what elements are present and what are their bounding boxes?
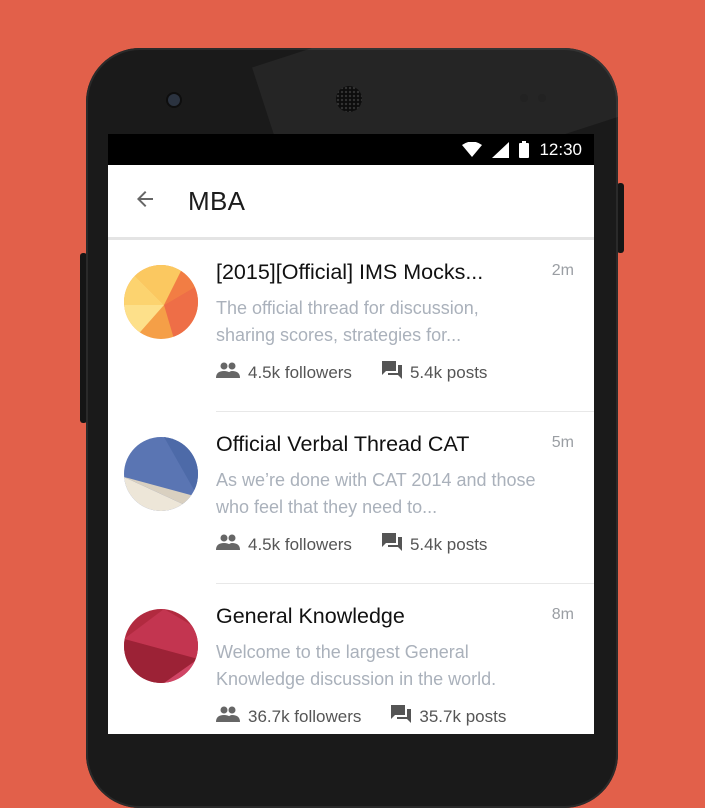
status-time: 12:30 (539, 139, 582, 159)
thread-item[interactable]: [2015][Official] IMS Mocks... 2m The off… (108, 240, 594, 412)
thread-content: Official Verbal Thread CAT 5m As we’re d… (216, 432, 574, 556)
thread-title: General Knowledge (216, 604, 405, 628)
posts-icon (381, 533, 402, 556)
wifi-icon (462, 142, 483, 157)
proximity-sensor (520, 94, 528, 102)
back-button[interactable] (130, 186, 160, 216)
thread-title: Official Verbal Thread CAT (216, 432, 470, 456)
followers-text: 36.7k followers (248, 706, 362, 726)
posts-text: 5.4k posts (409, 534, 488, 554)
thread-content: [2015][Official] IMS Mocks... 2m The off… (216, 260, 574, 384)
page-title: MBA (188, 185, 246, 216)
followers-count: 4.5k followers (216, 362, 352, 383)
thread-time: 2m (551, 262, 574, 279)
thread-item[interactable]: General Knowledge 8m Welcome to the larg… (108, 584, 594, 734)
followers-text: 4.5k followers (248, 534, 352, 554)
posts-count: 5.4k posts (381, 533, 488, 556)
thread-time: 5m (551, 434, 574, 451)
followers-count: 36.7k followers (216, 706, 361, 727)
thread-title: [2015][Official] IMS Mocks... (216, 260, 484, 284)
thread-meta: 4.5k followers 5.4k posts (216, 533, 574, 556)
thread-time: 8m (551, 606, 574, 623)
earpiece-speaker (336, 86, 362, 112)
thread-item[interactable]: Official Verbal Thread CAT 5m As we’re d… (108, 412, 594, 584)
thread-list: [2015][Official] IMS Mocks... 2m The off… (108, 240, 594, 734)
thread-avatar (124, 265, 198, 339)
status-bar: 12:30 (108, 134, 594, 165)
phone-screen: 12:30 MBA [2015][Official] IMS Mocks... … (108, 134, 594, 734)
posts-icon (381, 361, 402, 384)
front-camera (168, 94, 180, 106)
back-arrow-icon (133, 187, 157, 216)
thread-avatar (124, 437, 198, 511)
followers-icon (216, 706, 240, 727)
thread-meta: 4.5k followers 5.4k posts (216, 361, 574, 384)
followers-icon (216, 362, 240, 383)
thread-preview: The official thread for discussion, shar… (216, 298, 479, 345)
phone-side-button-right (617, 183, 624, 253)
thread-preview: As we’re done with CAT 2014 and those wh… (216, 470, 536, 517)
followers-icon (216, 534, 240, 555)
posts-text: 35.7k posts (419, 706, 507, 726)
thread-content: General Knowledge 8m Welcome to the larg… (216, 604, 574, 728)
thread-preview: Welcome to the largest General Knowledge… (216, 642, 497, 689)
app-bar: MBA (108, 165, 594, 240)
thread-meta: 36.7k followers 35.7k posts (216, 705, 574, 728)
posts-icon (391, 705, 412, 728)
posts-count: 35.7k posts (391, 705, 506, 728)
light-sensor (538, 94, 546, 102)
posts-count: 5.4k posts (381, 361, 488, 384)
followers-text: 4.5k followers (248, 362, 352, 382)
followers-count: 4.5k followers (216, 534, 352, 555)
signal-icon (492, 141, 510, 158)
battery-icon (519, 141, 530, 158)
posts-text: 5.4k posts (409, 362, 488, 382)
thread-avatar (124, 609, 198, 683)
